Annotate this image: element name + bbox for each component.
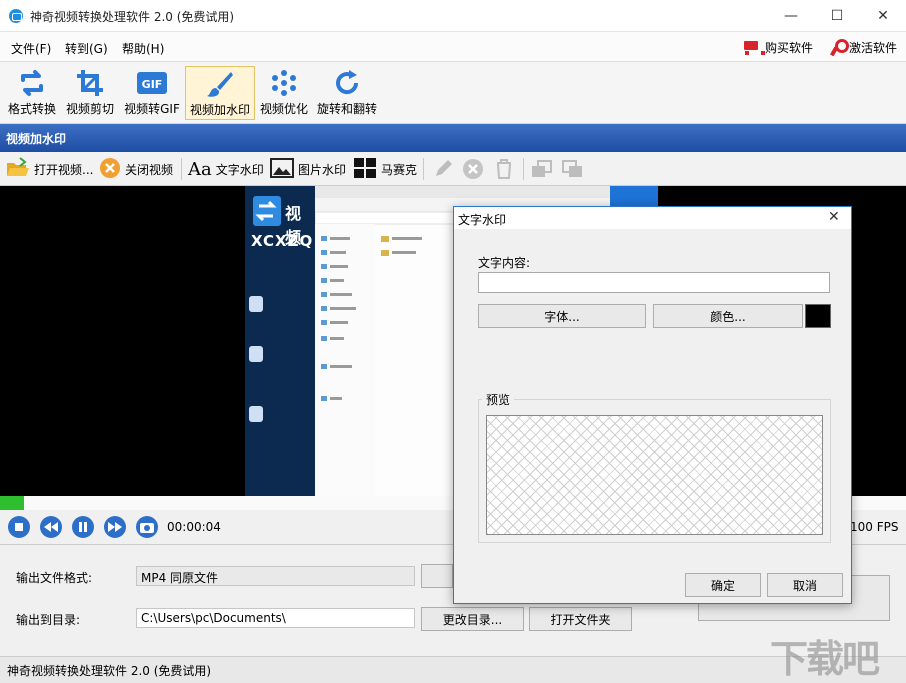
- close-video-icon: [99, 157, 121, 182]
- mosaic-button[interactable]: 马赛克: [353, 157, 417, 181]
- text-watermark-button[interactable]: Aa 文字水印: [188, 157, 264, 181]
- menu-bar: 文件(F) 转到(G) 帮助(H) 购买软件 激活软件: [0, 32, 906, 62]
- dialog-close-icon[interactable]: ✕: [828, 209, 840, 225]
- tool-label: 旋转和翻转: [316, 102, 377, 116]
- tool-video-optimize[interactable]: 视频优化: [256, 66, 312, 120]
- toolbar-divider: [181, 158, 182, 180]
- snapshot-button[interactable]: [136, 516, 158, 538]
- optimize-icon: [266, 66, 302, 100]
- brush-icon: [202, 67, 238, 101]
- stop-button[interactable]: [8, 516, 30, 538]
- text-watermark-dialog: 文字水印 ✕ 文字内容: 字体... 颜色... 预览 确定 取消: [453, 206, 852, 604]
- main-toolbar: 格式转换 视频剪切 GIF 视频转GIF 视频加水印 视频优化 旋转和翻转: [0, 62, 906, 124]
- font-button[interactable]: 字体...: [478, 304, 646, 328]
- gif-icon: GIF: [134, 66, 170, 100]
- tool-label: 视频剪切: [65, 102, 114, 116]
- text-watermark-label: 文字水印: [215, 162, 264, 177]
- tool-label: 视频优化: [259, 102, 308, 116]
- svg-text:GIF: GIF: [142, 78, 163, 91]
- menu-file[interactable]: 文件(F): [11, 40, 51, 57]
- title-bar: 神奇视频转换处理软件 2.0 (免费试用) — ☐ ✕: [0, 0, 906, 32]
- format-label: 输出文件格式:: [16, 571, 93, 585]
- format-field[interactable]: MP4 同原文件: [136, 566, 415, 586]
- convert-icon: [14, 66, 50, 100]
- video-frame-sidebar: 视频 XCXZQ: [245, 186, 315, 496]
- camera-icon: [140, 523, 154, 533]
- mosaic-label: 马赛克: [381, 162, 418, 177]
- fps-display: 100 FPS: [850, 520, 899, 534]
- change-dir-button[interactable]: 更改目录...: [421, 607, 524, 631]
- folder-open-icon: [6, 156, 30, 182]
- menu-goto[interactable]: 转到(G): [65, 40, 108, 57]
- buy-label: 购买软件: [765, 40, 814, 55]
- fast-forward-icon: [108, 522, 122, 532]
- dialog-title-bar: 文字水印 ✕: [454, 207, 851, 229]
- format-settings-button[interactable]: [421, 564, 453, 588]
- activate-software-link[interactable]: 激活软件: [826, 36, 897, 58]
- tool-rotate-flip[interactable]: 旋转和翻转: [316, 66, 378, 120]
- color-button[interactable]: 颜色...: [653, 304, 803, 328]
- text-watermark-icon: Aa: [188, 158, 212, 180]
- tool-label: 格式转换: [7, 102, 56, 116]
- window-title: 神奇视频转换处理软件 2.0 (免费试用): [30, 10, 235, 24]
- crop-icon: [72, 66, 108, 100]
- minimize-button[interactable]: —: [768, 0, 814, 32]
- pause-button[interactable]: [72, 516, 94, 538]
- mosaic-icon: [353, 157, 377, 182]
- open-folder-button[interactable]: 打开文件夹: [529, 607, 632, 631]
- tool-video-to-gif[interactable]: GIF 视频转GIF: [122, 66, 182, 120]
- image-icon: [270, 157, 294, 182]
- tool-add-watermark[interactable]: 视频加水印: [185, 66, 255, 120]
- sub-toolbar: 打开视频... 关闭视频 Aa 文字水印 图片水印 马赛克: [0, 152, 906, 186]
- activate-label: 激活软件: [849, 40, 898, 55]
- rewind-button[interactable]: [40, 516, 62, 538]
- maximize-button[interactable]: ☐: [814, 0, 860, 32]
- tool-label: 视频加水印: [189, 103, 250, 117]
- tool-video-cut[interactable]: 视频剪切: [62, 66, 118, 120]
- content-label: 文字内容:: [478, 256, 531, 270]
- rewind-icon: [44, 522, 58, 532]
- watermark-text-input[interactable]: [478, 272, 830, 293]
- site-watermark: 下载吧: [770, 637, 880, 681]
- close-video-label: 关闭视频: [125, 162, 174, 177]
- toolbar-divider: [423, 158, 424, 180]
- cancel-button[interactable]: 取消: [767, 573, 843, 597]
- stop-icon: [15, 523, 23, 531]
- layer-back-icon[interactable]: [530, 157, 554, 181]
- fast-forward-button[interactable]: [104, 516, 126, 538]
- image-watermark-label: 图片水印: [298, 162, 347, 177]
- color-swatch[interactable]: [805, 304, 831, 328]
- rotate-icon: [329, 66, 365, 100]
- progress-fill: [0, 496, 25, 510]
- close-video-button[interactable]: 关闭视频: [99, 157, 173, 181]
- open-video-label: 打开视频...: [34, 162, 94, 177]
- section-header: 视频加水印: [0, 124, 906, 152]
- trash-icon[interactable]: [493, 157, 515, 181]
- image-watermark-button[interactable]: 图片水印: [270, 157, 346, 181]
- preview-label: 预览: [482, 391, 515, 408]
- video-frame-icons: [249, 296, 263, 422]
- toolbar-divider: [523, 158, 524, 180]
- key-icon: [826, 36, 849, 58]
- pause-icon: [79, 522, 87, 532]
- video-logo: 视频 XCXZQ: [251, 194, 312, 250]
- tool-format-convert[interactable]: 格式转换: [4, 66, 60, 120]
- time-display: 00:00:04: [167, 520, 221, 534]
- preview-area: [486, 415, 823, 535]
- app-icon: [9, 9, 23, 23]
- buy-software-link[interactable]: 购买软件: [740, 36, 813, 58]
- dir-label: 输出到目录:: [16, 613, 81, 627]
- ok-button[interactable]: 确定: [685, 573, 761, 597]
- video-logo-sub: XCXZQ: [251, 232, 314, 250]
- cart-icon: [740, 36, 765, 58]
- output-dir-field[interactable]: C:\Users\pc\Documents\: [136, 608, 415, 628]
- open-video-button[interactable]: 打开视频...: [6, 156, 94, 182]
- layer-front-icon[interactable]: [561, 157, 585, 181]
- tool-label: 视频转GIF: [124, 102, 180, 116]
- edit-pencil-icon[interactable]: [432, 157, 454, 181]
- delete-circle-icon[interactable]: [462, 157, 484, 181]
- dialog-title: 文字水印: [458, 213, 507, 227]
- close-button[interactable]: ✕: [860, 0, 906, 32]
- menu-help[interactable]: 帮助(H): [122, 40, 164, 57]
